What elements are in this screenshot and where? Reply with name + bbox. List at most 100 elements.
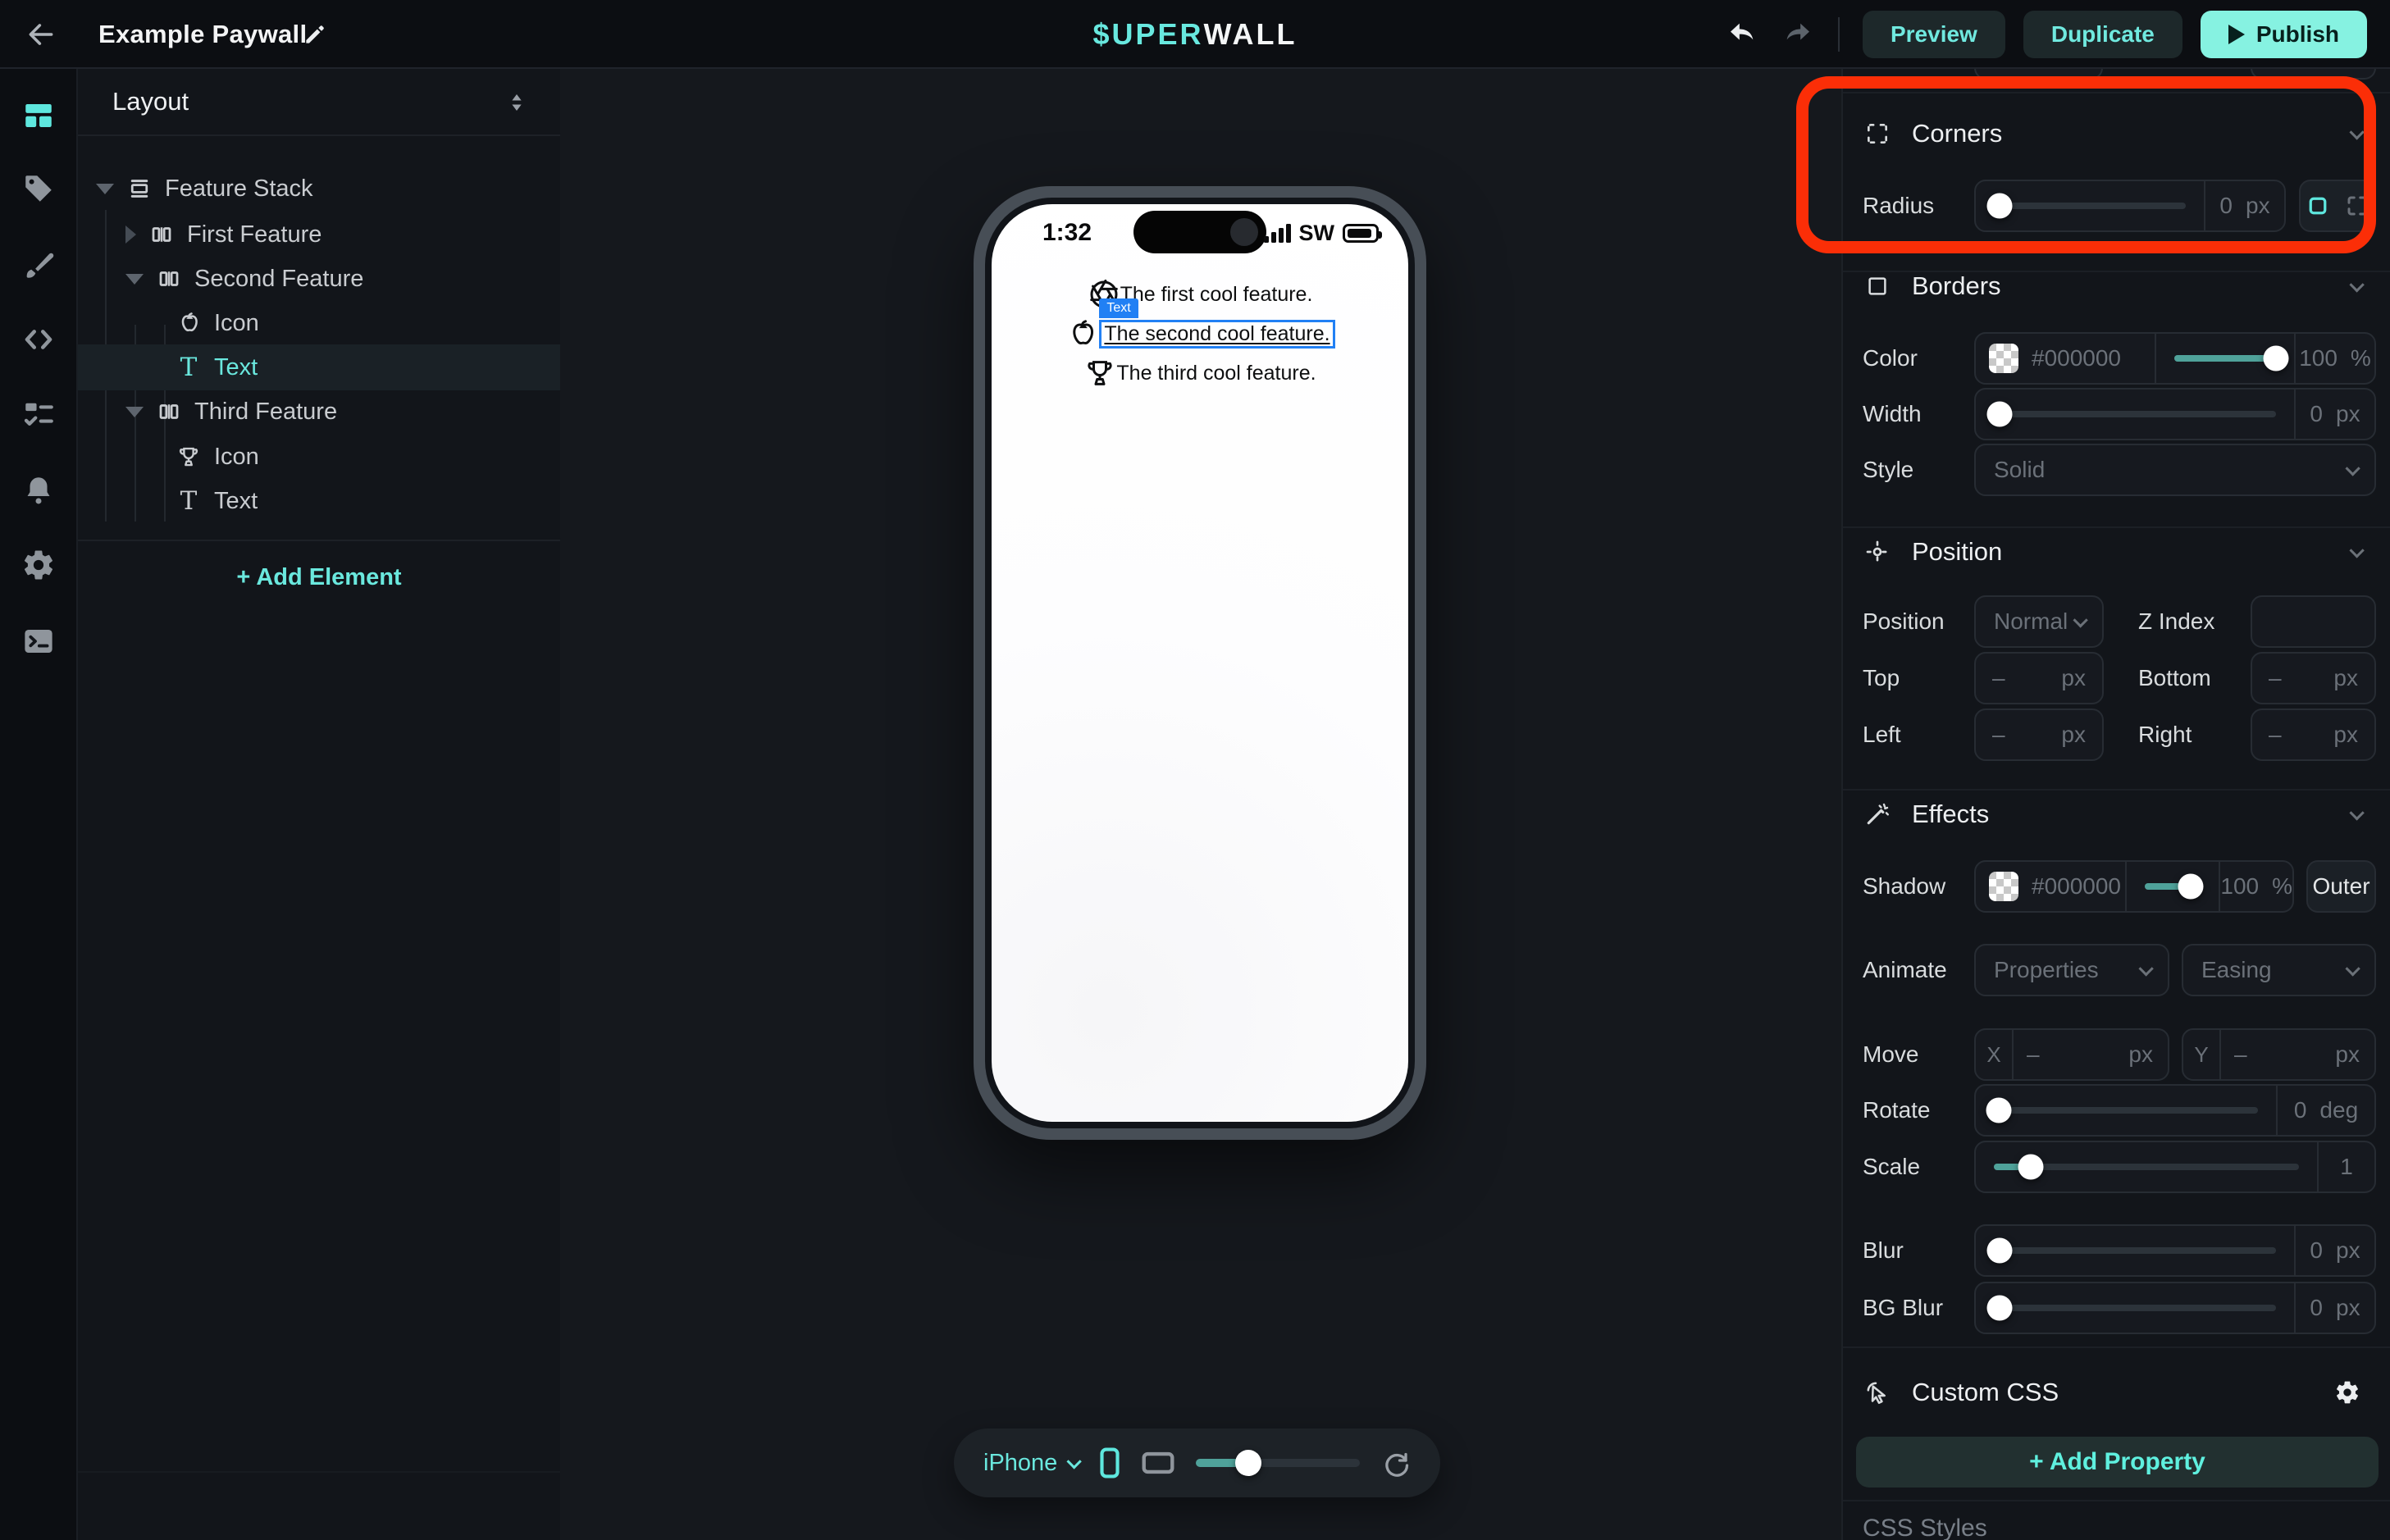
publish-button[interactable]: Publish	[2201, 11, 2367, 58]
border-width-value[interactable]: 0 px	[2296, 401, 2374, 427]
feature-row[interactable]: The third cool feature.	[1083, 353, 1316, 393]
rail-notifications-tab[interactable]	[21, 472, 57, 508]
slider-thumb[interactable]	[2264, 346, 2289, 371]
color-swatch[interactable]	[1989, 344, 2018, 373]
scale-slider[interactable]	[1976, 1142, 2317, 1191]
back-button[interactable]	[23, 16, 59, 52]
slider-thumb[interactable]	[1986, 402, 2012, 427]
duplicate-button[interactable]: Duplicate	[2023, 11, 2182, 58]
chevron-down-icon[interactable]	[2349, 805, 2364, 820]
chevron-down-icon[interactable]	[2349, 543, 2364, 558]
slider-thumb[interactable]	[2018, 1155, 2043, 1180]
tree-item-icon[interactable]: Icon	[78, 300, 560, 346]
chevron-expanded-icon[interactable]	[125, 407, 144, 417]
borders-section-header[interactable]: Borders	[1843, 261, 2390, 312]
slider-thumb[interactable]	[1986, 1238, 2012, 1264]
radius-slider[interactable]	[1976, 181, 2204, 230]
effects-section-header[interactable]: Effects	[1843, 789, 2390, 840]
bg-blur-slider[interactable]	[1976, 1283, 2294, 1333]
color-hex-input[interactable]: #000000	[2032, 345, 2155, 371]
inspector-panel: Corners Radius 0 px	[1841, 69, 2390, 1540]
animate-properties-select[interactable]: Properties	[1974, 944, 2169, 996]
tree-item-first-feature[interactable]: First Feature	[78, 212, 560, 257]
position-mode-select[interactable]: Normal	[1974, 595, 2104, 648]
individual-corners-button[interactable]	[2345, 194, 2369, 218]
chevron-down-icon[interactable]	[2349, 125, 2364, 139]
uniform-corners-button[interactable]	[2306, 194, 2330, 218]
shadow-opacity-value[interactable]: 100 %	[2220, 873, 2292, 900]
portrait-device-button[interactable]	[1099, 1447, 1120, 1478]
move-y-input[interactable]: Y – px	[2182, 1028, 2376, 1081]
blur-slider[interactable]	[1976, 1226, 2294, 1275]
position-icon	[1863, 537, 1892, 567]
tree-item-second-feature[interactable]: Second Feature	[78, 256, 560, 302]
rotate-slider[interactable]	[1976, 1086, 2276, 1135]
layout-panel: Layout Feature Stack First Feature	[78, 69, 560, 1540]
blur-value[interactable]: 0 px	[2296, 1237, 2374, 1264]
refresh-button[interactable]	[1381, 1448, 1411, 1478]
zoom-slider[interactable]	[1196, 1459, 1360, 1467]
shadow-opacity-slider[interactable]	[2127, 862, 2219, 911]
preview-button[interactable]: Preview	[1863, 11, 2005, 58]
right-input[interactable]: –px	[2251, 708, 2376, 761]
slider-thumb[interactable]	[1986, 1098, 2012, 1123]
tree-item-text[interactable]: T Text	[78, 478, 560, 524]
border-opacity-slider[interactable]	[2156, 334, 2294, 383]
rail-settings-tab[interactable]	[21, 547, 57, 583]
chevron-expanded-icon[interactable]	[125, 274, 144, 285]
tree-item-text-selected[interactable]: T Text	[78, 344, 560, 390]
zindex-input[interactable]	[2251, 595, 2376, 648]
add-element-button[interactable]: + Add Element	[78, 554, 560, 600]
tree-item-feature-stack[interactable]: Feature Stack	[78, 166, 560, 212]
bg-blur-value[interactable]: 0 px	[2296, 1295, 2374, 1321]
slider-thumb[interactable]	[1986, 1296, 2012, 1321]
scale-value[interactable]: 1	[2319, 1154, 2374, 1180]
zoom-slider-thumb[interactable]	[1235, 1450, 1261, 1476]
paywall-screen[interactable]: 1:32 SW	[992, 204, 1408, 1122]
chevron-expanded-icon[interactable]	[96, 184, 114, 194]
sort-icon[interactable]	[504, 90, 529, 115]
shadow-mode-button[interactable]: Outer	[2306, 860, 2376, 913]
shadow-hex-input[interactable]: #000000	[2032, 873, 2125, 900]
radius-value[interactable]: 0 px	[2205, 193, 2284, 219]
checklist-icon	[21, 397, 56, 431]
rail-console-tab[interactable]	[21, 623, 57, 659]
tree-item-icon[interactable]: Icon	[78, 434, 560, 480]
position-section-header[interactable]: Position	[1843, 526, 2390, 577]
move-x-input[interactable]: X – px	[1974, 1028, 2169, 1081]
border-style-select[interactable]: Solid	[1974, 444, 2376, 496]
rail-checklist-tab[interactable]	[21, 396, 57, 432]
animate-easing-select[interactable]: Easing	[2182, 944, 2376, 996]
tree-item-label: Text	[214, 354, 258, 381]
tree-item-third-feature[interactable]: Third Feature	[78, 389, 560, 435]
slider-thumb[interactable]	[2178, 874, 2204, 900]
slider-thumb[interactable]	[1987, 194, 2013, 219]
rail-styles-tab[interactable]	[21, 247, 57, 283]
feature-row-selected[interactable]: Text The second cool feature.	[1065, 314, 1334, 353]
custom-css-section-header[interactable]: Custom CSS	[1843, 1367, 2390, 1418]
editor-canvas[interactable]: 1:32 SW	[560, 69, 1841, 1540]
feature-text: The first cool feature.	[1120, 283, 1313, 307]
border-width-slider[interactable]	[1976, 390, 2294, 439]
corners-section-header[interactable]: Corners	[1843, 108, 2390, 159]
chevron-down-icon[interactable]	[2349, 277, 2364, 292]
add-property-button[interactable]: + Add Property	[1856, 1437, 2379, 1488]
rotate-value[interactable]: 0 deg	[2278, 1097, 2374, 1123]
edit-pencil-icon[interactable]	[302, 21, 328, 48]
right-label: Right	[2138, 708, 2192, 761]
device-select[interactable]: iPhone	[983, 1450, 1078, 1477]
rail-tags-tab[interactable]	[21, 171, 57, 207]
rail-layout-tab[interactable]	[21, 98, 57, 134]
color-swatch[interactable]	[1989, 872, 2018, 901]
bg-blur-label: BG Blur	[1863, 1282, 1943, 1334]
redo-button[interactable]	[1779, 16, 1815, 52]
css-settings-gear-icon[interactable]	[2334, 1379, 2360, 1406]
rail-code-tab[interactable]	[21, 321, 57, 358]
undo-button[interactable]	[1725, 16, 1761, 52]
bottom-input[interactable]: –px	[2251, 652, 2376, 704]
left-input[interactable]: –px	[1974, 708, 2104, 761]
top-input[interactable]: –px	[1974, 652, 2104, 704]
landscape-device-button[interactable]	[1142, 1451, 1174, 1475]
chevron-collapsed-icon[interactable]	[125, 226, 136, 244]
border-opacity-value[interactable]: 100 %	[2296, 345, 2374, 371]
